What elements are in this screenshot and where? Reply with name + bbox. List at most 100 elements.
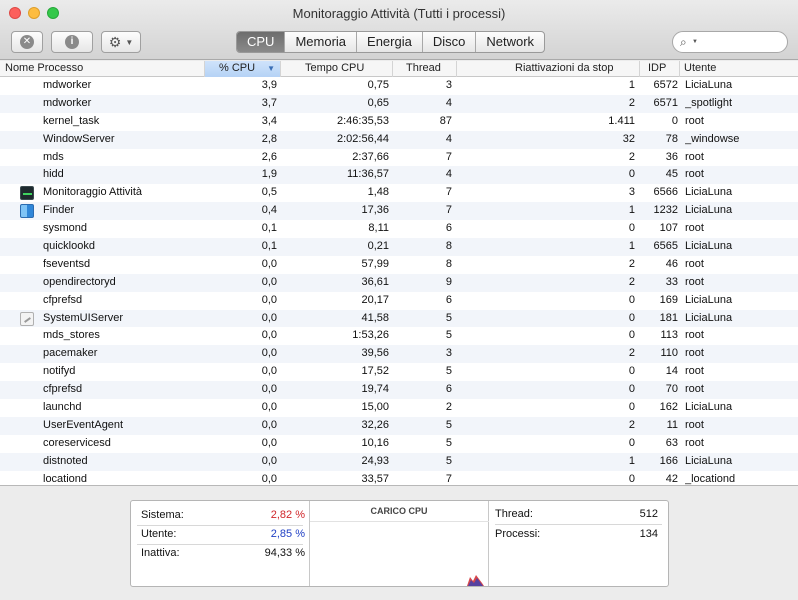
stat-sistema-value: 2,82 % xyxy=(270,509,305,521)
process-user: LiciaLuna xyxy=(685,240,733,253)
process-table: Nome Processo % CPU ▼ Tempo CPU Thread R… xyxy=(0,61,798,486)
cpu-percent: 0,0 xyxy=(261,329,277,342)
table-row[interactable]: launchd 0,0 15,00 2 0 162 LiciaLuna xyxy=(0,399,798,417)
cpu-time: 32,26 xyxy=(361,418,389,431)
process-name: locationd xyxy=(43,472,88,485)
table-row[interactable]: Monitoraggio Attività 0,5 1,48 7 3 6566 LiciaL… xyxy=(0,184,798,202)
table-row[interactable]: Finder 0,4 17,36 7 1 1232 LiciaLuna xyxy=(0,202,798,221)
column-header-name[interactable]: Nome Processo xyxy=(0,61,205,77)
stat-inattiva-label: Inattiva: xyxy=(141,547,180,559)
search-field[interactable]: ⌕ ▼ xyxy=(672,31,788,53)
table-row[interactable]: hidd 1,9 11:36,57 4 0 45 root xyxy=(0,166,798,185)
thread-count: 2 xyxy=(445,401,452,414)
cpu-usage-summary: Sistema: 2,82 % Utente: 2,85 % Inattiva:… xyxy=(131,501,310,586)
process-name: opendirectoryd xyxy=(43,275,116,288)
thread-count: 6 xyxy=(445,383,452,396)
cpu-time: 8,11 xyxy=(368,222,389,235)
actions-menu-button[interactable]: ⚙ ▼ xyxy=(101,31,141,53)
table-row[interactable]: UserEventAgent 0,0 32,26 5 2 11 root xyxy=(0,416,798,435)
cpu-percent: 0,0 xyxy=(261,436,277,449)
process-id: 11 xyxy=(666,418,678,431)
idle-wakeups: 0 xyxy=(628,329,635,342)
process-user: root xyxy=(685,222,704,235)
process-user: root xyxy=(685,275,704,288)
process-id: 113 xyxy=(660,329,678,342)
thread-count: 7 xyxy=(445,472,452,485)
process-id: 42 xyxy=(665,472,678,485)
process-name: notifyd xyxy=(43,365,76,378)
table-row[interactable]: coreservicesd 0,0 10,16 5 0 63 root xyxy=(0,435,798,453)
table-row[interactable]: cfprefsd 0,0 19,74 6 0 70 root xyxy=(0,381,798,400)
table-row[interactable]: WindowServer 2,8 2:02:56,44 4 32 78 _windowse xyxy=(0,130,798,149)
cpu-percent: 0,0 xyxy=(261,293,277,306)
table-row[interactable]: sysmond 0,1 8,11 6 0 107 root xyxy=(0,220,798,238)
idle-wakeups: 0 xyxy=(628,222,635,235)
chevron-down-icon: ▼ xyxy=(125,37,134,47)
table-row[interactable]: distnoted 0,0 24,93 5 1 166 LiciaLuna xyxy=(0,452,798,471)
idle-wakeups: 2 xyxy=(628,96,635,109)
idle-wakeups: 0 xyxy=(628,293,635,306)
cpu-load-graph-panel: CARICO CPU xyxy=(310,501,489,586)
process-rows: mdworker 3,9 0,75 3 1 6572 LiciaLuna mdworker 3,… xyxy=(0,77,798,485)
process-name: hidd xyxy=(43,168,64,181)
table-row[interactable]: fseventsd 0,0 57,99 8 2 46 root xyxy=(0,256,798,274)
table-row[interactable]: SystemUIServer 0,0 41,58 5 0 181 LiciaLuna xyxy=(0,309,798,328)
cpu-time: 15,00 xyxy=(361,401,389,414)
table-row[interactable]: mds 2,6 2:37,66 7 2 36 root xyxy=(0,149,798,167)
tab-cpu[interactable]: CPU xyxy=(237,32,286,52)
idle-wakeups: 32 xyxy=(622,132,635,145)
idle-wakeups: 1.411 xyxy=(608,114,635,127)
cpu-time: 2:37,66 xyxy=(352,150,389,163)
cpu-percent: 0,0 xyxy=(261,454,277,467)
table-header: Nome Processo % CPU ▼ Tempo CPU Thread R… xyxy=(0,61,798,77)
thread-count: 5 xyxy=(445,454,452,467)
process-name: distnoted xyxy=(43,454,88,467)
table-row[interactable]: mdworker 3,7 0,65 4 2 6571 _spotlight xyxy=(0,94,798,113)
inspect-process-button[interactable]: i xyxy=(51,31,93,53)
column-header-cpu-time[interactable]: Tempo CPU xyxy=(281,61,393,77)
tab-network[interactable]: Network xyxy=(476,32,544,52)
cpu-time: 11:36,57 xyxy=(346,168,389,181)
table-row[interactable]: cfprefsd 0,0 20,17 6 0 169 LiciaLuna xyxy=(0,292,798,310)
cpu-percent: 0,0 xyxy=(261,257,277,270)
column-header-user[interactable]: Utente xyxy=(680,61,798,77)
thread-count: 5 xyxy=(445,329,452,342)
cpu-percent: 0,1 xyxy=(261,222,277,235)
column-header-pid[interactable]: IDP xyxy=(640,61,680,77)
table-row[interactable]: pacemaker 0,0 39,56 3 2 110 root xyxy=(0,345,798,364)
chevron-down-icon: ▼ xyxy=(692,39,698,45)
tab-energia[interactable]: Energia xyxy=(357,32,423,52)
process-user: LiciaLuna xyxy=(685,204,733,217)
process-user: _spotlight xyxy=(685,96,733,109)
process-name: cfprefsd xyxy=(43,383,83,396)
table-row[interactable]: notifyd 0,0 17,52 5 0 14 root xyxy=(0,363,798,381)
stop-process-button[interactable]: ✕ xyxy=(11,31,43,53)
cpu-percent: 1,9 xyxy=(261,168,277,181)
cpu-percent: 0,5 xyxy=(261,186,277,199)
column-header-wakeups[interactable]: Riattivazioni da stop xyxy=(457,61,640,77)
process-id: 33 xyxy=(665,275,678,288)
process-id: 14 xyxy=(665,365,678,378)
cpu-percent: 2,6 xyxy=(261,150,277,163)
column-header-cpu[interactable]: % CPU ▼ xyxy=(205,61,281,77)
sort-descending-icon: ▼ xyxy=(267,64,275,73)
process-user: LiciaLuna xyxy=(685,79,733,91)
stat-inattiva-value: 94,33 % xyxy=(264,547,305,559)
table-row[interactable]: locationd 0,0 33,57 7 0 42 _locationd xyxy=(0,471,798,485)
table-row[interactable]: quicklookd 0,1 0,21 8 1 6565 LiciaLuna xyxy=(0,238,798,256)
thread-count: 3 xyxy=(445,79,452,91)
process-id: 1232 xyxy=(653,204,678,217)
table-row[interactable]: opendirectoryd 0,0 36,61 9 2 33 root xyxy=(0,273,798,292)
process-user: root xyxy=(685,418,704,431)
process-name: kernel_task xyxy=(43,114,100,127)
idle-wakeups: 2 xyxy=(628,275,635,288)
search-input[interactable] xyxy=(701,34,781,50)
table-row[interactable]: mdworker 3,9 0,75 3 1 6572 LiciaLuna xyxy=(0,77,798,95)
tab-disco[interactable]: Disco xyxy=(423,32,477,52)
process-user: LiciaLuna xyxy=(685,311,733,324)
column-header-threads[interactable]: Thread xyxy=(393,61,457,77)
table-row[interactable]: mds_stores 0,0 1:53,26 5 0 113 root xyxy=(0,327,798,345)
table-row[interactable]: kernel_task 3,4 2:46:35,53 87 1.411 0 root xyxy=(0,113,798,131)
process-name: mds xyxy=(43,150,64,163)
tab-memoria[interactable]: Memoria xyxy=(285,32,358,52)
